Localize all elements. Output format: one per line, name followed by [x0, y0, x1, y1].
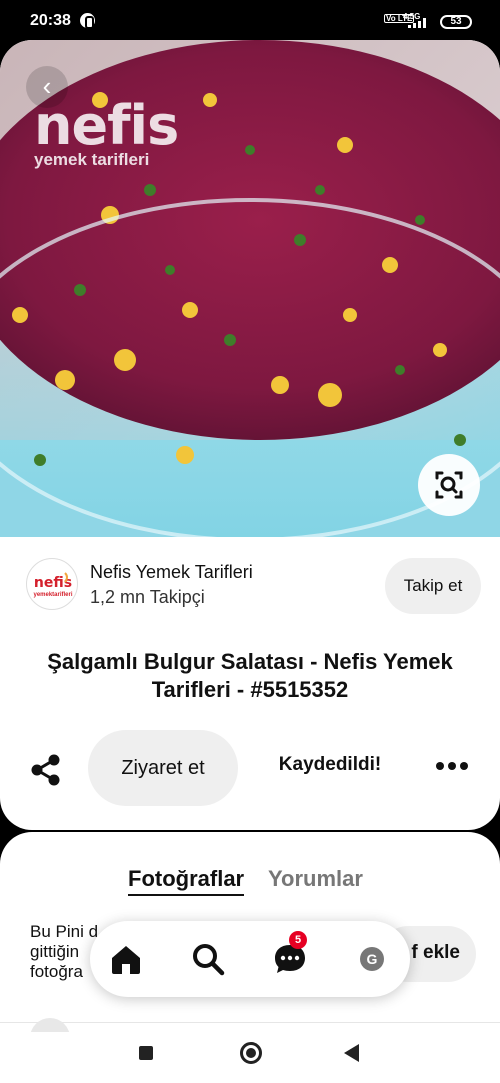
avatar: [30, 1018, 70, 1032]
tab-comments[interactable]: Yorumlar: [268, 866, 363, 892]
search-icon: [193, 944, 225, 976]
status-time: 20:38: [30, 12, 71, 29]
profile-logo[interactable]: nefis yemektarifleri: [26, 558, 78, 610]
status-bar: 20:38 Vo LTE 4.5G 53: [0, 0, 500, 40]
share-button[interactable]: [26, 750, 66, 790]
watermark: nefis yemek tarifleri: [34, 94, 179, 170]
share-icon: [31, 754, 60, 786]
watermark-main: nefis: [34, 94, 179, 157]
pin-title: Şalgamlı Bulgur Salatası - Nefis Yemek T…: [47, 649, 453, 702]
pin-card: ‹ nefis yemek tarifleri nefis yemektarif…: [0, 40, 500, 830]
lens-search-icon: [435, 471, 463, 499]
nav-home[interactable]: [106, 939, 146, 979]
nav-search[interactable]: [188, 939, 228, 979]
profile-followers: 1,2 mn Takipçi: [90, 587, 205, 607]
system-nav-bar: [0, 1032, 500, 1083]
signal-icon: [408, 18, 432, 28]
more-icon[interactable]: [430, 752, 474, 782]
divider: [0, 1022, 500, 1023]
logo-subtext: yemektarifleri: [33, 592, 72, 598]
tab-photos[interactable]: Fotoğraflar: [128, 866, 245, 896]
visual-search-button[interactable]: [418, 454, 480, 516]
follow-button[interactable]: Takip et: [385, 558, 481, 614]
nav-profile[interactable]: G: [352, 939, 392, 979]
visit-button[interactable]: Ziyaret et: [88, 730, 238, 806]
messages-badge: 5: [289, 931, 307, 949]
saved-button[interactable]: Kaydedildi!: [262, 754, 398, 776]
profile-name[interactable]: Nefis Yemek Tarifleri: [90, 562, 253, 583]
system-home-button[interactable]: [240, 1042, 262, 1064]
profile-icon: G: [360, 947, 384, 971]
add-photo-label: f ekle: [411, 942, 460, 963]
bottom-nav: 5 G: [90, 921, 410, 997]
battery-indicator: 53: [440, 15, 472, 29]
profile-initial: G: [367, 951, 378, 967]
recent-apps-button[interactable]: [139, 1046, 153, 1060]
system-back-button[interactable]: [344, 1044, 359, 1062]
home-icon: [112, 946, 140, 974]
pinterest-notification-icon: [80, 13, 95, 29]
